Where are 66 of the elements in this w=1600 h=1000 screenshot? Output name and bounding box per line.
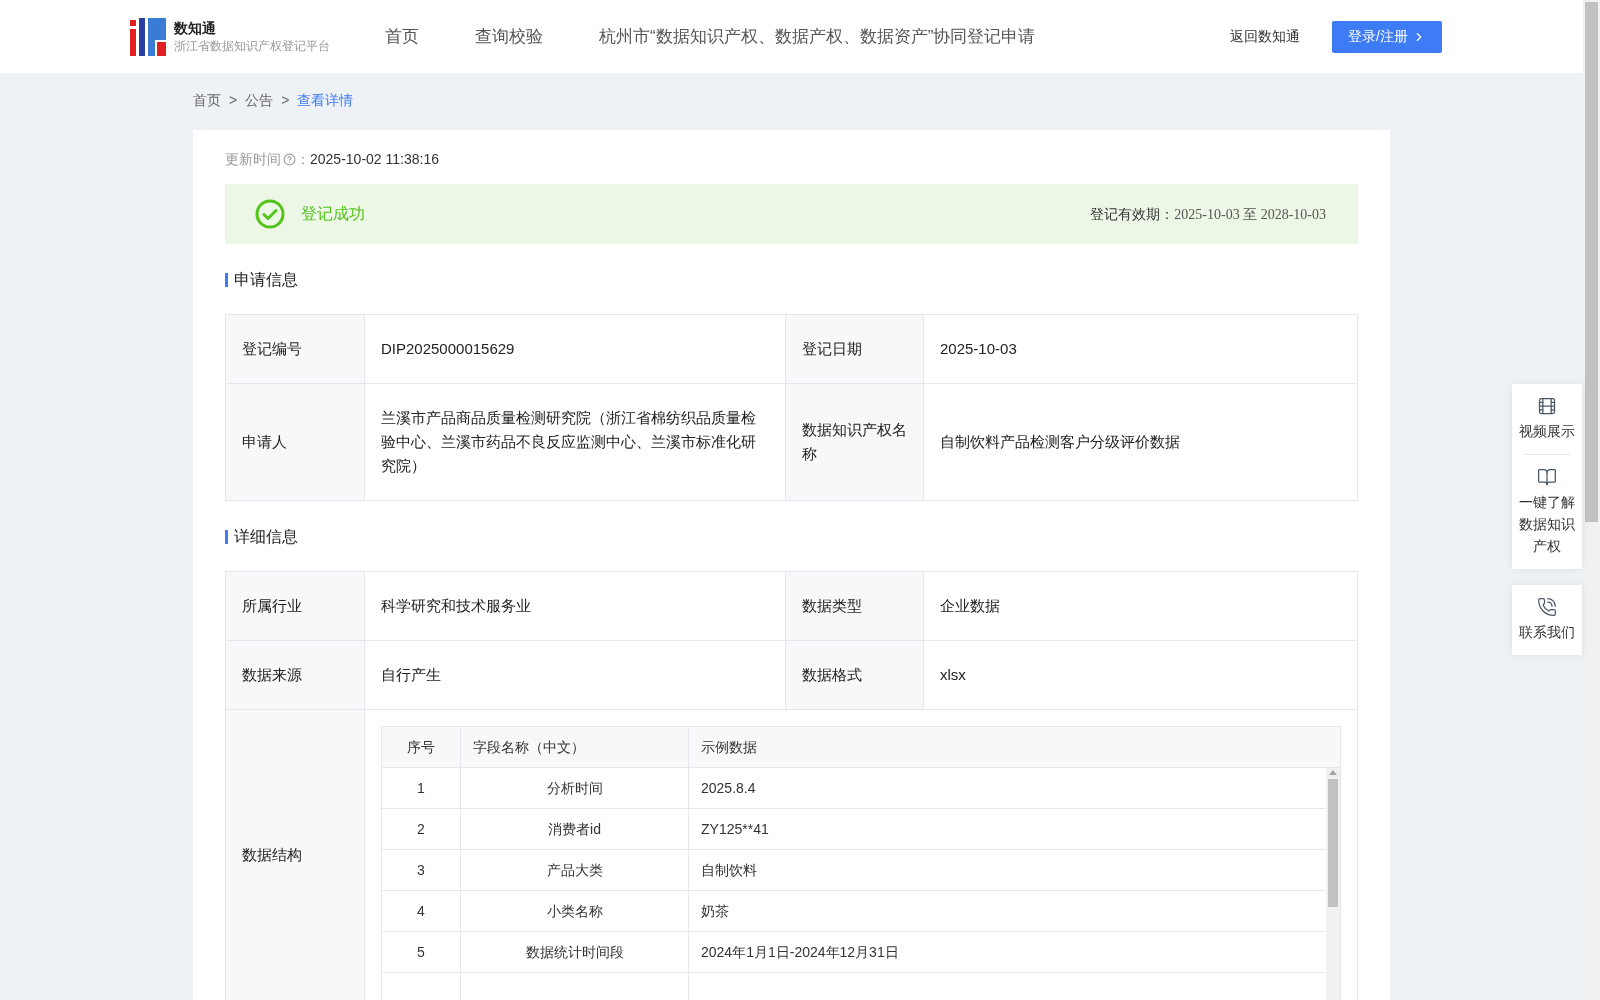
update-time: 2025-10-02 11:38:16: [310, 149, 439, 169]
login-button[interactable]: 登录/注册: [1332, 20, 1442, 53]
scrollbar[interactable]: [1326, 768, 1340, 1000]
table-cell-text: 消费者id: [548, 819, 601, 839]
validity-dates: 2025-10-03 至 2028-10-03: [1174, 205, 1326, 224]
breadcrumb-link[interactable]: 查看详情: [297, 90, 354, 112]
field-label: 数据类型: [802, 596, 862, 616]
logo-title: 数知通: [174, 18, 217, 37]
page-scrollbar[interactable]: [1583, 0, 1600, 1000]
table-cell-text: 自制饮料: [701, 860, 757, 880]
phone-icon: [1537, 597, 1557, 617]
nav-link[interactable]: 杭州市“数据知识产权、数据产权、数据资产”协同登记申请: [599, 23, 1036, 50]
field-label: 登记日期: [802, 339, 862, 359]
nav-link[interactable]: 查询校验: [475, 23, 543, 50]
table-cell-text: 3: [417, 860, 425, 880]
field-label: 数据知识产权名称: [802, 420, 907, 464]
back-link[interactable]: 返回数知通: [1230, 26, 1301, 48]
table-cell-text: 5: [417, 942, 425, 962]
breadcrumb-separator: >: [229, 91, 238, 111]
table-cell-text: 2: [417, 819, 425, 839]
help-icon: [283, 152, 296, 166]
column-header: 示例数据: [701, 737, 757, 757]
nav-link[interactable]: 首页: [385, 23, 419, 50]
column-header: 序号: [407, 737, 435, 757]
field-value: 2025-10-03: [940, 339, 1017, 359]
logo-icon: [130, 17, 166, 56]
table-cell-text: 2025.8.4: [701, 778, 756, 798]
table-cell-text: ZY125**41: [701, 819, 769, 839]
table-cell-text: 4: [417, 901, 425, 921]
status-text: 登记成功: [301, 204, 365, 224]
breadcrumb-separator: >: [281, 91, 290, 111]
validity-label: 登记有效期：: [1090, 204, 1175, 224]
side-panel-button[interactable]: 一键了解数据知识产权: [1518, 467, 1576, 557]
side-panel-button[interactable]: 视频展示: [1518, 396, 1576, 442]
field-value: 自制饮料产品检测客户分级评价数据: [940, 432, 1180, 452]
table-cell-text: 分析时间: [546, 778, 603, 798]
table-cell-text: 奶茶: [701, 901, 729, 921]
column-header: 字段名称（中文）: [473, 737, 585, 757]
field-label: 数据来源: [242, 665, 302, 685]
field-value: 科学研究和技术服务业: [381, 596, 531, 616]
check-circle-icon: [255, 199, 285, 229]
section-title: 详细信息: [234, 527, 298, 547]
field-label: 登记编号: [242, 339, 302, 359]
table-cell-text: 数据统计时间段: [525, 942, 624, 962]
table-cell-text: 2024年1月1日-2024年12月31日: [701, 942, 899, 962]
breadcrumb-link[interactable]: 公告: [245, 90, 274, 112]
film-icon: [1537, 396, 1557, 416]
field-value: 企业数据: [940, 596, 1000, 616]
section-title: 申请信息: [234, 270, 298, 290]
field-value: DIP2025000015629: [381, 339, 515, 359]
table-cell-text: 小类名称: [546, 901, 603, 921]
field-label: 数据结构: [242, 844, 302, 865]
book-icon: [1537, 467, 1557, 487]
breadcrumb-link[interactable]: 首页: [193, 90, 221, 112]
table-cell-text: 产品大类: [546, 860, 603, 880]
colon-text: ：: [296, 149, 310, 169]
table-cell-text: 1: [417, 778, 425, 798]
update-label: 更新时间: [225, 149, 281, 169]
field-label: 数据格式: [802, 665, 862, 685]
field-value: 自行产生: [381, 665, 441, 685]
logo-subtitle: 浙江省数据知识产权登记平台: [174, 37, 330, 55]
field-label: 所属行业: [242, 596, 302, 616]
field-value: xlsx: [940, 665, 966, 685]
field-label: 申请人: [242, 432, 287, 452]
field-value: 兰溪市产品商品质量检测研究院（浙江省棉纺织品质量检验中心、兰溪市药品不良反应监测中心、兰溪市标准化研究院）: [381, 408, 757, 476]
side-panel-button[interactable]: 联系我们: [1518, 597, 1576, 643]
